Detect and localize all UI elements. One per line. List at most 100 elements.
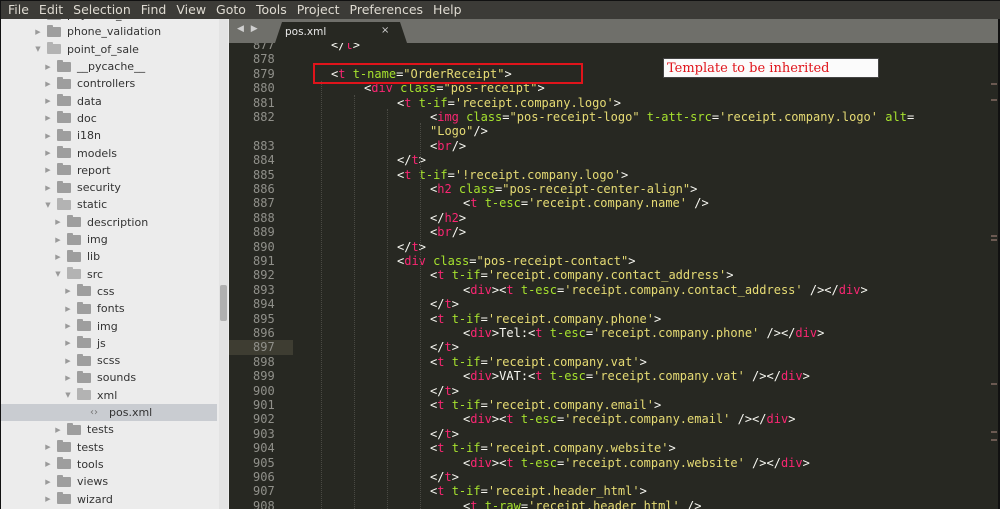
chevron-down-icon[interactable]: ▼ — [34, 45, 42, 53]
chevron-down-icon[interactable]: ▼ — [64, 391, 72, 399]
chevron-right-icon[interactable]: ▶ — [44, 80, 52, 88]
chevron-right-icon[interactable]: ▶ — [44, 460, 52, 468]
code-line[interactable]: </t> — [331, 43, 360, 52]
menu-selection[interactable]: Selection — [68, 1, 136, 19]
chevron-right-icon[interactable]: ▶ — [54, 218, 62, 226]
chevron-right-icon[interactable]: ▶ — [44, 149, 52, 157]
menu-edit[interactable]: Edit — [34, 1, 68, 19]
tab-pos-xml[interactable]: pos.xml × — [275, 22, 407, 43]
code-line[interactable]: <h2 class="pos-receipt-center-align"> — [430, 182, 697, 196]
tree-item-sounds[interactable]: ▶ sounds — [1, 369, 217, 386]
tree-item-payment-transfer[interactable]: ▶payment_transfer — [1, 19, 217, 23]
chevron-right-icon[interactable]: ▶ — [34, 28, 42, 36]
tree-item-wizard[interactable]: ▶ wizard — [1, 490, 217, 507]
tree-item-img[interactable]: ▶ img — [1, 317, 217, 334]
tree-item-img[interactable]: ▶ img — [1, 231, 217, 248]
tree-item-description[interactable]: ▶ description — [1, 214, 217, 231]
tree-item-src[interactable]: ▼ src — [1, 266, 217, 283]
chevron-right-icon[interactable]: ▶ — [44, 495, 52, 503]
code-line[interactable]: <div class="pos-receipt"> — [364, 81, 545, 95]
code-line[interactable]: </h2> — [430, 211, 466, 225]
tree-item-css[interactable]: ▶ css — [1, 283, 217, 300]
sidebar-scrollbar-thumb[interactable] — [220, 285, 227, 321]
menu-preferences[interactable]: Preferences — [345, 1, 429, 19]
chevron-down-icon[interactable]: ▼ — [54, 270, 62, 278]
chevron-right-icon[interactable]: ▶ — [54, 253, 62, 261]
sidebar-scrollbar-track[interactable] — [219, 19, 228, 509]
chevron-right-icon[interactable]: ▶ — [44, 114, 52, 122]
code-line[interactable]: <div>VAT:<t t-esc='receipt.company.vat' … — [463, 369, 810, 383]
code-line[interactable]: <t t-if='receipt.company.vat'> — [430, 355, 647, 369]
menu-file[interactable]: File — [3, 1, 34, 19]
code-line[interactable]: <img class="pos-receipt-logo" t-att-src=… — [430, 110, 914, 124]
tree-item-fonts[interactable]: ▶ fonts — [1, 300, 217, 317]
chevron-right-icon[interactable]: ▶ — [64, 305, 72, 313]
tree-item-static[interactable]: ▼ static — [1, 196, 217, 213]
code-line[interactable]: <br/> — [430, 225, 466, 239]
chevron-right-icon[interactable]: ▶ — [44, 63, 52, 71]
code-line[interactable]: </t> — [430, 384, 459, 398]
code-line[interactable]: <div><t t-esc='receipt.company.website' … — [463, 456, 810, 470]
code-line[interactable]: <div class="pos-receipt-contact"> — [397, 254, 635, 268]
menu-goto[interactable]: Goto — [211, 1, 251, 19]
code-line[interactable]: <t t-if='receipt.header_html'> — [430, 484, 647, 498]
close-icon[interactable]: × — [381, 25, 389, 36]
code-line[interactable]: <t t-if='receipt.company.email'> — [430, 398, 661, 412]
tree-item-tools[interactable]: ▶ tools — [1, 456, 217, 473]
chevron-right-icon[interactable]: ▶ — [44, 166, 52, 174]
tree-item-doc[interactable]: ▶ doc — [1, 110, 217, 127]
chevron-right-icon[interactable]: ▶ — [64, 339, 72, 347]
code-line[interactable]: <t t-esc='receipt.company.name' /> — [463, 196, 709, 210]
menu-tools[interactable]: Tools — [251, 1, 292, 19]
tree-item-data[interactable]: ▶ data — [1, 93, 217, 110]
code-line[interactable]: <div><t t-esc='receipt.company.email' />… — [463, 412, 795, 426]
tree-item-report[interactable]: ▶ report — [1, 162, 217, 179]
tree-item-tests[interactable]: ▶ tests — [1, 439, 217, 456]
code-line[interactable]: <t t-if='!receipt.company.logo'> — [397, 168, 628, 182]
menu-find[interactable]: Find — [136, 1, 172, 19]
code-line[interactable]: <t t-if='receipt.company.phone'> — [430, 312, 661, 326]
code-line[interactable]: <br/> — [430, 139, 466, 153]
menu-view[interactable]: View — [171, 1, 211, 19]
code-line[interactable]: </t> — [430, 470, 459, 484]
chevron-right-icon[interactable]: ▶ — [64, 374, 72, 382]
code-line[interactable]: </t> — [397, 240, 426, 254]
chevron-right-icon[interactable]: ▶ — [44, 132, 52, 140]
tree-item-lib[interactable]: ▶ lib — [1, 248, 217, 265]
tree-item-phone-validation[interactable]: ▶ phone_validation — [1, 23, 217, 40]
chevron-right-icon[interactable]: ▶ — [44, 184, 52, 192]
tree-item-i18n[interactable]: ▶ i18n — [1, 127, 217, 144]
code-line[interactable]: </t> — [430, 297, 459, 311]
code-line[interactable]: <t t-name="OrderReceipt"> — [331, 67, 512, 81]
chevron-right-icon[interactable]: ▶ — [64, 287, 72, 295]
tree-item-point-of-sale[interactable]: ▼ point_of_sale — [1, 41, 217, 58]
tree-item-pycache[interactable]: ▶ __pycache__ — [1, 58, 217, 75]
tab-nav-arrows-icon[interactable]: ◀ ▶ — [237, 24, 260, 34]
chevron-down-icon[interactable]: ▼ — [44, 201, 52, 209]
code-line[interactable]: <div>Tel:<t t-esc='receipt.company.phone… — [463, 326, 824, 340]
code-line[interactable]: "Logo"/> — [430, 124, 488, 138]
chevron-right-icon[interactable]: ▶ — [64, 322, 72, 330]
code-line[interactable]: </t> — [397, 153, 426, 167]
tree-item-views[interactable]: ▶ views — [1, 473, 217, 490]
chevron-right-icon[interactable]: ▶ — [44, 443, 52, 451]
tree-item-tests[interactable]: ▶ tests — [1, 421, 217, 438]
code-line[interactable]: </t> — [430, 427, 459, 441]
menu-help[interactable]: Help — [428, 1, 467, 19]
chevron-right-icon[interactable]: ▶ — [54, 236, 62, 244]
tree-item-security[interactable]: ▶ security — [1, 179, 217, 196]
chevron-right-icon[interactable]: ▶ — [44, 478, 52, 486]
menu-project[interactable]: Project — [292, 1, 345, 19]
code-line[interactable]: <t t-if='receipt.company.contact_address… — [430, 268, 734, 282]
chevron-right-icon[interactable]: ▶ — [64, 357, 72, 365]
tree-item-scss[interactable]: ▶ scss — [1, 352, 217, 369]
code-line[interactable]: <t t-if='receipt.company.logo'> — [397, 96, 621, 110]
tree-item-pos-xml[interactable]: ‹› pos.xml — [1, 403, 217, 422]
code-line[interactable]: </t> — [430, 340, 459, 354]
tree-item-xml[interactable]: ▼ xml — [1, 387, 217, 404]
code-line[interactable]: <t t-raw='receipt.header_html' /> — [463, 499, 701, 509]
tree-item-js[interactable]: ▶ js — [1, 335, 217, 352]
chevron-right-icon[interactable]: ▶ — [54, 426, 62, 434]
tree-item-controllers[interactable]: ▶ controllers — [1, 75, 217, 92]
chevron-right-icon[interactable]: ▶ — [44, 97, 52, 105]
